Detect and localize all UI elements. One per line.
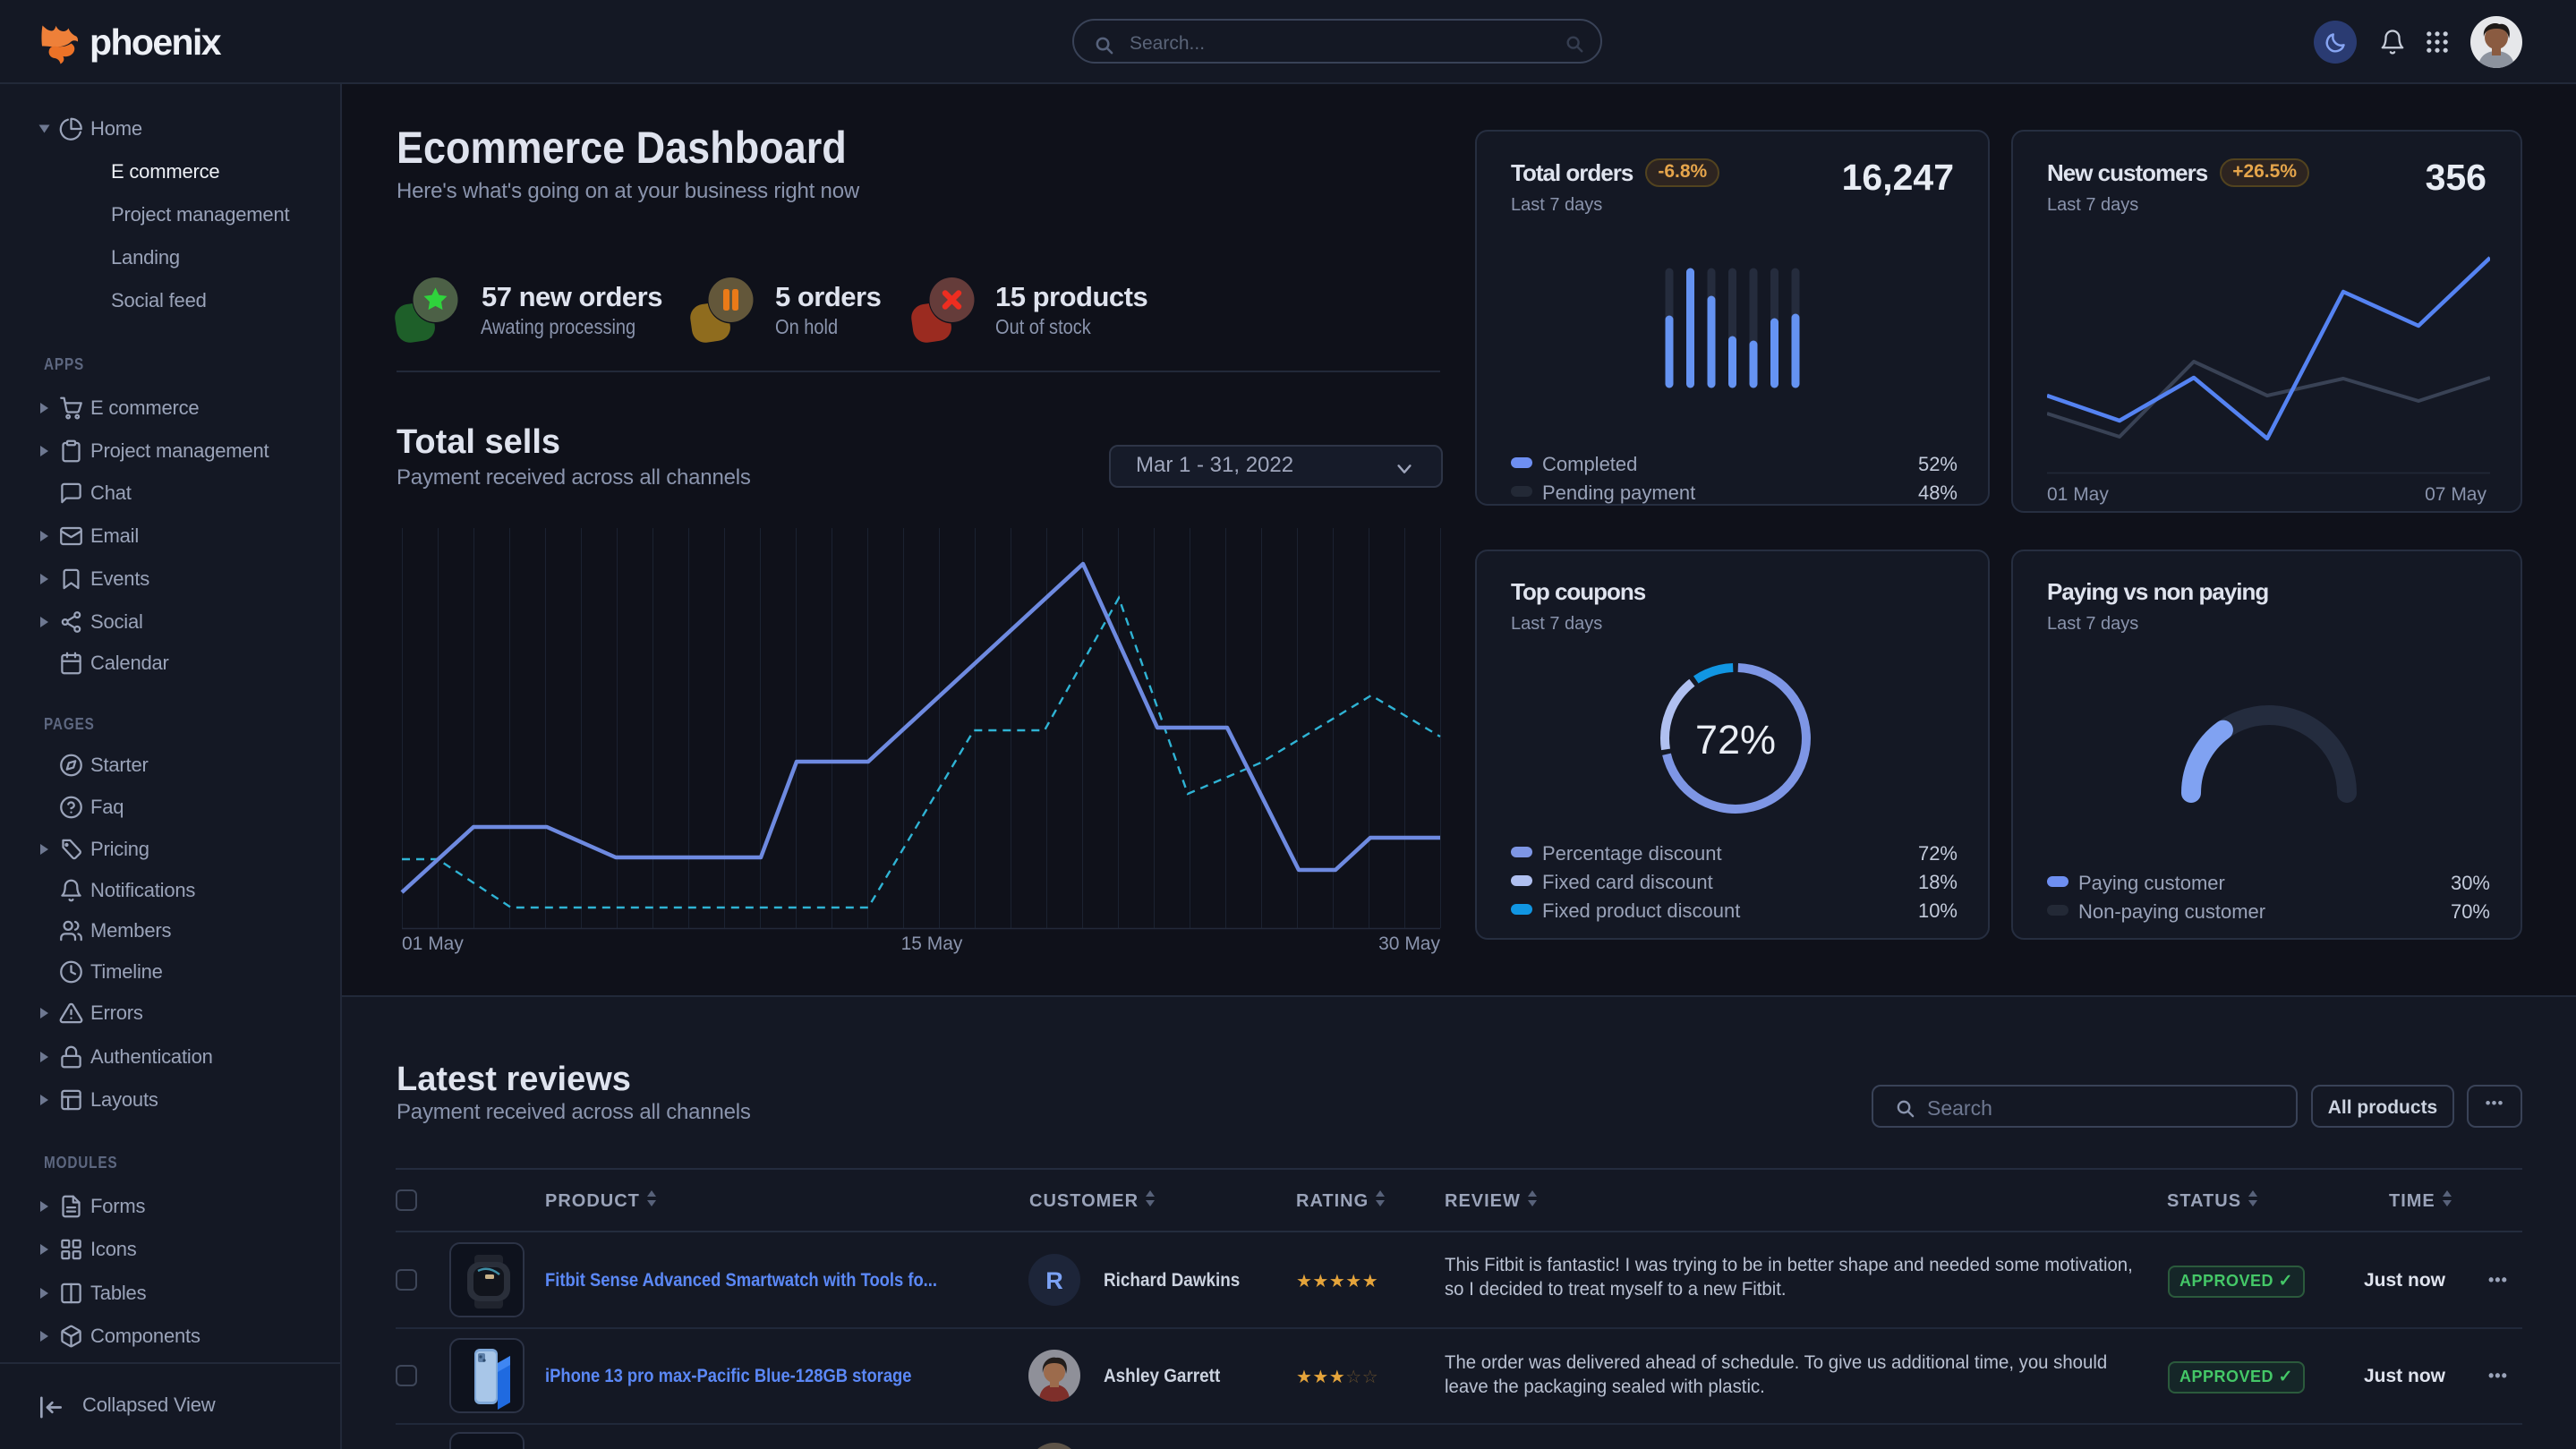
svg-text:15 May: 15 May [901,933,963,954]
svg-text:72%: 72% [1695,717,1776,763]
svg-text:01 May: 01 May [402,933,464,954]
svg-text:30 May: 30 May [1378,933,1440,954]
